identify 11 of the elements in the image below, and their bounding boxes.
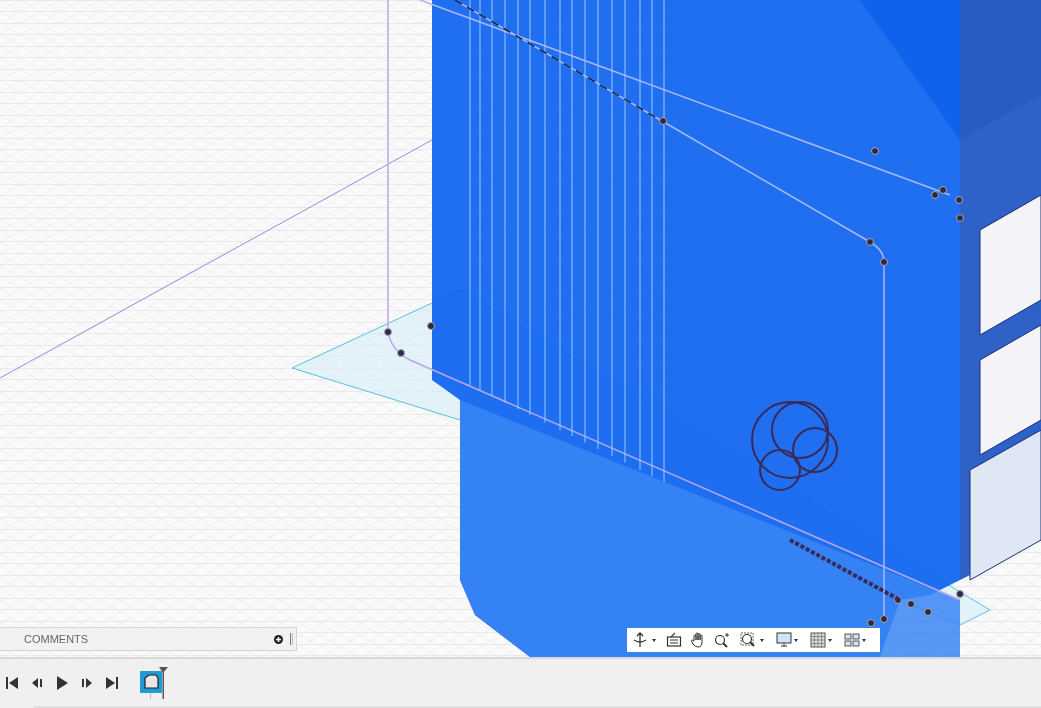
- comments-title: COMMENTS: [24, 633, 90, 645]
- panel-handle-icon[interactable]: [290, 633, 293, 645]
- skip-to-end-icon[interactable]: [105, 674, 119, 691]
- orbit-icon[interactable]: [632, 632, 658, 648]
- look-at-icon[interactable]: [666, 632, 682, 648]
- zoom-icon[interactable]: [714, 632, 732, 648]
- timeline-feature-icon[interactable]: [139, 664, 169, 701]
- pan-hand-icon[interactable]: [690, 632, 706, 648]
- add-icon[interactable]: [274, 634, 283, 644]
- play-icon[interactable]: [55, 674, 69, 691]
- skip-to-start-icon[interactable]: [5, 674, 19, 691]
